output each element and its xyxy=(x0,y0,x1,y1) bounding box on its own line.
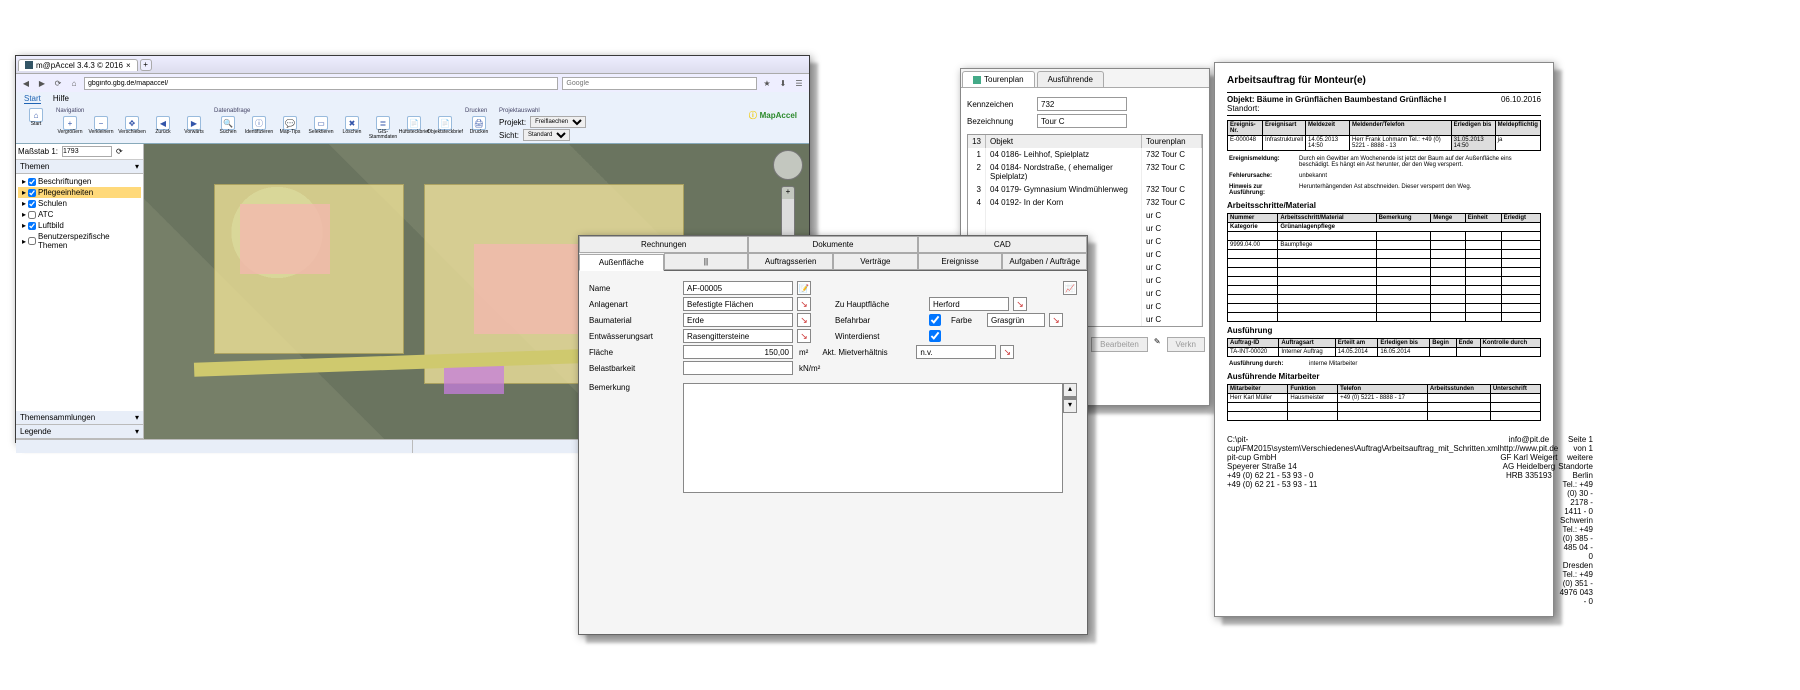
report-document: Arbeitsauftrag für Monteur(e) Objekt: Bä… xyxy=(1214,62,1554,617)
tree-item[interactable]: ▸Benutzerspezifische Themen xyxy=(18,231,141,251)
tab-ereignisse[interactable]: Ereignisse xyxy=(918,253,1003,270)
table-row[interactable]: ur C xyxy=(968,222,1202,235)
tree-item[interactable]: ▸Schulen xyxy=(18,198,141,209)
forward-button[interactable]: ▶ xyxy=(36,77,48,89)
sidebar: Maßstab 1:⟳ Themen▾ ▸Beschriftungen▸Pfle… xyxy=(16,144,144,439)
table-row[interactable]: 104 0186- Leihhof, Spielplatz732 Tour C xyxy=(968,148,1202,161)
tab-aussenflaeche[interactable]: Außenfläche xyxy=(579,254,664,271)
menu-start[interactable]: Start xyxy=(24,94,41,104)
farbe-input[interactable] xyxy=(987,313,1045,327)
scroll-down-icon[interactable]: ▾ xyxy=(1063,399,1077,413)
pen-icon[interactable]: ✎ xyxy=(1154,337,1161,352)
flaeche-input[interactable] xyxy=(683,345,793,359)
address-bar: ◀ ▶ ⟳ ⌂ ★ ⬇ ☰ xyxy=(16,74,809,92)
delete-icon[interactable]: ✖Löschen xyxy=(338,116,366,140)
identify-icon[interactable]: ⓘIdentifizieren xyxy=(245,116,273,140)
new-tab-button[interactable]: + xyxy=(140,59,152,71)
scale-input[interactable] xyxy=(62,146,112,157)
menu-icon[interactable]: ☰ xyxy=(793,77,805,89)
objekt-icon[interactable]: 📄Objektsteckbrief xyxy=(431,116,459,140)
lookup-icon[interactable]: ↘ xyxy=(797,297,811,311)
bemerkung-textarea[interactable] xyxy=(683,383,1063,493)
lookup-icon[interactable]: ↘ xyxy=(797,313,811,327)
table-row[interactable]: 304 0179- Gymnasium Windmühlenweg732 Tou… xyxy=(968,183,1202,196)
menu-hilfe[interactable]: Hilfe xyxy=(53,94,69,104)
chart-icon[interactable]: 📈 xyxy=(1063,281,1077,295)
name-input[interactable] xyxy=(683,281,793,295)
tab-vertraege[interactable]: Verträge xyxy=(833,253,918,270)
tab-aufgaben[interactable]: Aufgaben / Aufträge xyxy=(1002,253,1087,270)
search-tool-icon[interactable]: 🔍Suchen xyxy=(214,116,242,140)
tree-item[interactable]: ▸Luftbild xyxy=(18,220,141,231)
lookup-icon[interactable]: ↘ xyxy=(1000,345,1014,359)
logo: ⓘ MapAccel xyxy=(743,108,803,141)
tab-ausfuehrende[interactable]: Ausführende xyxy=(1037,71,1104,87)
home-icon[interactable]: ⌂Start xyxy=(22,108,50,127)
sicht-select[interactable]: Standard xyxy=(523,129,570,141)
table-row[interactable]: 404 0192- In der Korn732 Tour C xyxy=(968,196,1202,209)
belast-input[interactable] xyxy=(683,361,793,375)
refresh-icon[interactable]: ⟳ xyxy=(116,147,123,156)
doc-title: Arbeitsauftrag für Monteur(e) xyxy=(1227,75,1541,86)
lookup-icon[interactable]: ↘ xyxy=(1013,297,1027,311)
maptips-icon[interactable]: 💬Map-Tips xyxy=(276,116,304,140)
zoom-in-icon[interactable]: +Vergrößern xyxy=(56,116,84,135)
ribbon: Start Hilfe ⌂Start Navigation +Vergrößer… xyxy=(16,92,809,144)
reload-button[interactable]: ⟳ xyxy=(52,77,64,89)
back-button[interactable]: ◀ xyxy=(20,77,32,89)
calendar-icon xyxy=(973,76,981,84)
themen-header[interactable]: Themen▾ xyxy=(16,160,143,174)
table-row[interactable]: ur C xyxy=(968,209,1202,222)
bookmark-icon[interactable]: ★ xyxy=(761,77,773,89)
themensammlungen-header[interactable]: Themensammlungen▾ xyxy=(16,411,143,425)
browser-titlebar: m@pAccel 3.4.3 © 2016× + xyxy=(16,56,809,74)
copy-icon[interactable]: 📝 xyxy=(797,281,811,295)
select-icon[interactable]: ▭Selektieren xyxy=(307,116,335,140)
entwaesserung-input[interactable] xyxy=(683,329,793,343)
pan-icon[interactable]: ✥Verschieben xyxy=(118,116,146,135)
nav-fwd-icon[interactable]: ▶Vorwärts xyxy=(180,116,208,135)
download-icon[interactable]: ⬇ xyxy=(777,77,789,89)
tab-rechnungen[interactable]: Rechnungen xyxy=(579,236,748,253)
tab-cad[interactable]: CAD xyxy=(918,236,1087,253)
scroll-up-icon[interactable]: ▴ xyxy=(1063,383,1077,397)
miet-input[interactable] xyxy=(916,345,996,359)
winterdienst-checkbox[interactable] xyxy=(929,330,941,342)
hauptflaeche-input[interactable] xyxy=(929,297,1009,311)
print-icon[interactable]: 🖨Drucken xyxy=(465,116,493,135)
bearbeiten-button[interactable]: Bearbeiten xyxy=(1091,337,1148,352)
lookup-icon[interactable]: ↘ xyxy=(797,329,811,343)
befahrbar-checkbox[interactable] xyxy=(929,314,941,326)
bezeichnung-input[interactable] xyxy=(1037,114,1127,128)
layer-tree: ▸Beschriftungen▸Pflegeeinheiten▸Schulen▸… xyxy=(16,174,143,253)
home-button[interactable]: ⌂ xyxy=(68,77,80,89)
browser-tab[interactable]: m@pAccel 3.4.3 © 2016× xyxy=(18,59,138,71)
hueft-icon[interactable]: 📄Hüftsteckbrief xyxy=(400,116,428,140)
baumaterial-input[interactable] xyxy=(683,313,793,327)
tab-auftragsserien[interactable]: Auftragsserien xyxy=(748,253,833,270)
tree-item[interactable]: ▸Pflegeeinheiten xyxy=(18,187,141,198)
nav-back-icon[interactable]: ◀Zurück xyxy=(149,116,177,135)
tab-dokumente[interactable]: Dokumente xyxy=(748,236,917,253)
tree-item[interactable]: ▸Beschriftungen xyxy=(18,176,141,187)
tab-parallel[interactable]: || xyxy=(664,253,749,270)
nav-compass-icon[interactable] xyxy=(773,150,803,180)
legende-header[interactable]: Legende▾ xyxy=(16,425,143,439)
tab-tourenplan[interactable]: Tourenplan xyxy=(962,71,1035,87)
anlagenart-input[interactable] xyxy=(683,297,793,311)
kennzeichen-input[interactable] xyxy=(1037,97,1127,111)
aussenflaeche-window: Rechnungen Dokumente CAD Außenfläche || … xyxy=(578,235,1088,635)
gis-icon[interactable]: ≣GIS-Stammdaten xyxy=(369,116,397,140)
zoom-out-icon[interactable]: −Verkleinern xyxy=(87,116,115,135)
lookup-icon[interactable]: ↘ xyxy=(1049,313,1063,327)
projekt-select[interactable]: Freiflaechen xyxy=(530,116,586,128)
search-input[interactable] xyxy=(562,77,757,90)
close-icon[interactable]: × xyxy=(126,61,131,70)
verknuepfen-button[interactable]: Verkn xyxy=(1167,337,1205,352)
url-input[interactable] xyxy=(84,77,558,90)
tree-item[interactable]: ▸ATC xyxy=(18,209,141,220)
table-row[interactable]: 204 0184- Nordstraße, ( ehemaliger Spiel… xyxy=(968,161,1202,183)
